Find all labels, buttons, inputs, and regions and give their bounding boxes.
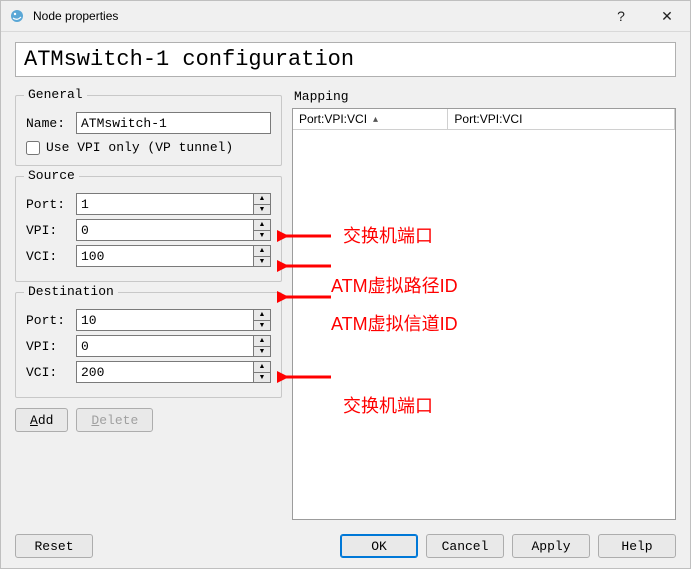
spin-up-icon[interactable]: ▲ [254, 336, 270, 347]
help-footer-button[interactable]: Help [598, 534, 676, 558]
group-mapping-legend: Mapping [294, 89, 676, 104]
mapping-header[interactable]: Port:VPI:VCI Port:VPI:VCI [293, 109, 675, 130]
source-vpi-spinner[interactable]: ▲▼ [253, 219, 271, 241]
spin-down-icon[interactable]: ▼ [254, 373, 270, 383]
dest-vpi-input[interactable] [76, 335, 253, 357]
spin-down-icon[interactable]: ▼ [254, 321, 270, 331]
window-title: Node properties [33, 9, 598, 23]
app-icon [9, 8, 25, 24]
source-port-spinner[interactable]: ▲▼ [253, 193, 271, 215]
group-source-legend: Source [24, 168, 79, 183]
mapping-col2[interactable]: Port:VPI:VCI [448, 109, 675, 129]
dest-vpi-label: VPI: [26, 339, 76, 354]
group-destination-legend: Destination [24, 284, 118, 299]
mapping-body[interactable] [293, 130, 675, 519]
spin-down-icon[interactable]: ▼ [254, 205, 270, 215]
cancel-button[interactable]: Cancel [426, 534, 504, 558]
spin-down-icon[interactable]: ▼ [254, 231, 270, 241]
spin-up-icon[interactable]: ▲ [254, 194, 270, 205]
source-port-input[interactable] [76, 193, 253, 215]
spin-up-icon[interactable]: ▲ [254, 220, 270, 231]
source-vci-spinner[interactable]: ▲▼ [253, 245, 271, 267]
dest-vci-input[interactable] [76, 361, 253, 383]
mapping-table[interactable]: Port:VPI:VCI Port:VPI:VCI [292, 108, 676, 520]
spin-down-icon[interactable]: ▼ [254, 347, 270, 357]
spin-up-icon[interactable]: ▲ [254, 362, 270, 373]
group-general: General Name: Use VPI only (VP tunnel) [15, 95, 282, 166]
name-label: Name: [26, 116, 76, 131]
page-title: ATMswitch-1 configuration [15, 42, 676, 77]
delete-button[interactable]: Delete [76, 408, 153, 432]
dest-port-input[interactable] [76, 309, 253, 331]
dest-vpi-spinner[interactable]: ▲▼ [253, 335, 271, 357]
vpi-only-checkbox[interactable] [26, 141, 40, 155]
dest-port-label: Port: [26, 313, 76, 328]
source-vci-label: VCI: [26, 249, 76, 264]
source-vci-input[interactable] [76, 245, 253, 267]
title-bar: Node properties ? ✕ [1, 1, 690, 32]
spin-up-icon[interactable]: ▲ [254, 246, 270, 257]
close-button[interactable]: ✕ [644, 1, 690, 31]
group-destination: Destination Port: ▲▼ VPI: ▲▼ [15, 292, 282, 398]
mapping-col1[interactable]: Port:VPI:VCI [293, 109, 448, 129]
source-port-label: Port: [26, 197, 76, 212]
reset-button[interactable]: Reset [15, 534, 93, 558]
spin-down-icon[interactable]: ▼ [254, 257, 270, 267]
vpi-only-checkbox-row[interactable]: Use VPI only (VP tunnel) [26, 140, 271, 155]
dest-vci-label: VCI: [26, 365, 76, 380]
dest-vci-spinner[interactable]: ▲▼ [253, 361, 271, 383]
vpi-only-label: Use VPI only (VP tunnel) [46, 140, 233, 155]
spin-up-icon[interactable]: ▲ [254, 310, 270, 321]
group-general-legend: General [24, 87, 87, 102]
dest-port-spinner[interactable]: ▲▼ [253, 309, 271, 331]
help-button[interactable]: ? [598, 1, 644, 31]
name-input[interactable] [76, 112, 271, 134]
ok-button[interactable]: OK [340, 534, 418, 558]
source-vpi-label: VPI: [26, 223, 76, 238]
apply-button[interactable]: Apply [512, 534, 590, 558]
group-source: Source Port: ▲▼ VPI: ▲▼ [15, 176, 282, 282]
add-button[interactable]: Add [15, 408, 68, 432]
source-vpi-input[interactable] [76, 219, 253, 241]
